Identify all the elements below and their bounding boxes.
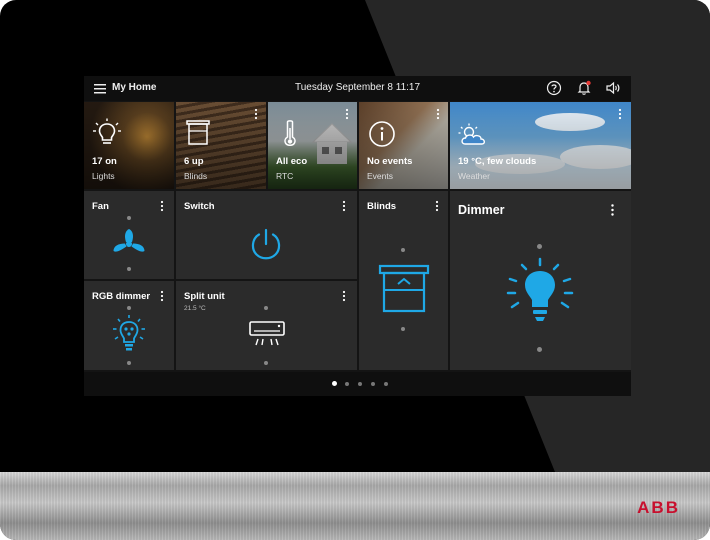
blinds-icon: [186, 120, 210, 145]
page-dot-4[interactable]: [371, 382, 375, 386]
more-icon[interactable]: [434, 108, 442, 120]
more-icon[interactable]: [616, 108, 624, 120]
screen: My Home Tuesday September 8 11:17 17 on …: [84, 76, 631, 396]
dimmer-label: Dimmer: [458, 203, 505, 217]
split-unit-label: Split unit: [184, 291, 225, 302]
steel-frame-bottom: ABB: [0, 472, 710, 540]
tile-blinds[interactable]: Blinds: [359, 191, 448, 370]
air-conditioner-icon[interactable]: [248, 319, 286, 349]
status-dot: [537, 244, 542, 249]
page-dot-1[interactable]: [332, 381, 337, 386]
abb-logo: ABB: [637, 498, 680, 517]
more-icon[interactable]: [340, 200, 348, 212]
status-dot: [127, 216, 131, 220]
rtc-label: RTC: [276, 171, 294, 181]
tile-dimmer[interactable]: Dimmer: [450, 191, 631, 370]
more-icon[interactable]: [433, 200, 441, 212]
events-label: Events: [367, 171, 393, 181]
info-icon: [369, 121, 395, 147]
lightbulb-icon: [93, 118, 121, 144]
tile-rgb-dimmer[interactable]: RGB dimmer: [84, 281, 174, 370]
fan-icon: [113, 229, 145, 252]
fan-label: Fan: [92, 201, 109, 212]
bell-icon[interactable]: [576, 80, 592, 96]
lightbulb-icon[interactable]: [502, 257, 578, 333]
blinds-label: Blinds: [367, 201, 397, 212]
tile-fan[interactable]: Fan: [84, 191, 174, 279]
page-dot-5[interactable]: [384, 382, 388, 386]
notification-dot: [586, 80, 591, 86]
tile-weather[interactable]: 19 °C, few clouds Weather: [450, 102, 631, 189]
status-dot: [264, 361, 268, 365]
partly-cloudy-icon: [458, 123, 486, 145]
speaker-icon[interactable]: [605, 80, 621, 96]
events-status: No events: [367, 156, 413, 167]
status-dot: [537, 347, 542, 352]
more-icon[interactable]: [343, 108, 351, 120]
more-icon[interactable]: [340, 290, 348, 302]
status-dot: [127, 267, 131, 271]
switch-label: Switch: [184, 201, 215, 212]
tile-switch[interactable]: Switch: [176, 191, 357, 279]
status-dot: [127, 361, 131, 365]
tile-split-unit[interactable]: Split unit 21.5 °C: [176, 281, 357, 370]
rgb-bulb-icon[interactable]: [111, 314, 147, 354]
status-dot: [264, 306, 268, 310]
page-dot-2[interactable]: [345, 382, 349, 386]
status-dot: [401, 327, 405, 331]
tile-rtc[interactable]: All eco RTC: [268, 102, 357, 189]
weather-label: Weather: [458, 171, 490, 181]
status-dot: [401, 248, 405, 252]
rgb-dimmer-label: RGB dimmer: [92, 291, 151, 302]
top-bar: My Home Tuesday September 8 11:17: [84, 76, 631, 101]
weather-status: 19 °C, few clouds: [458, 156, 537, 167]
blinds-status: 6 up: [184, 156, 204, 167]
more-icon[interactable]: [158, 200, 166, 212]
help-icon[interactable]: [546, 80, 562, 96]
rtc-status: All eco: [276, 156, 308, 167]
power-icon[interactable]: [248, 227, 284, 263]
tile-blinds-overview[interactable]: 6 up Blinds: [176, 102, 266, 189]
lights-label: Lights: [92, 171, 115, 181]
status-dot: [127, 306, 131, 310]
device-frame: My Home Tuesday September 8 11:17 17 on …: [0, 0, 710, 540]
page-dot-3[interactable]: [358, 382, 362, 386]
blinds-overview-label: Blinds: [184, 171, 208, 181]
more-icon[interactable]: [252, 108, 260, 120]
page-indicator: [84, 372, 631, 396]
lights-status: 17 on: [92, 156, 117, 167]
thermometer-icon: [284, 120, 296, 146]
tile-events[interactable]: No events Events: [359, 102, 448, 189]
more-icon[interactable]: [608, 203, 617, 217]
blinds-icon[interactable]: [378, 264, 430, 316]
split-unit-temperature: 21.5 °C: [184, 305, 206, 312]
more-icon[interactable]: [158, 290, 166, 302]
tile-lights[interactable]: 17 on Lights: [84, 102, 174, 189]
